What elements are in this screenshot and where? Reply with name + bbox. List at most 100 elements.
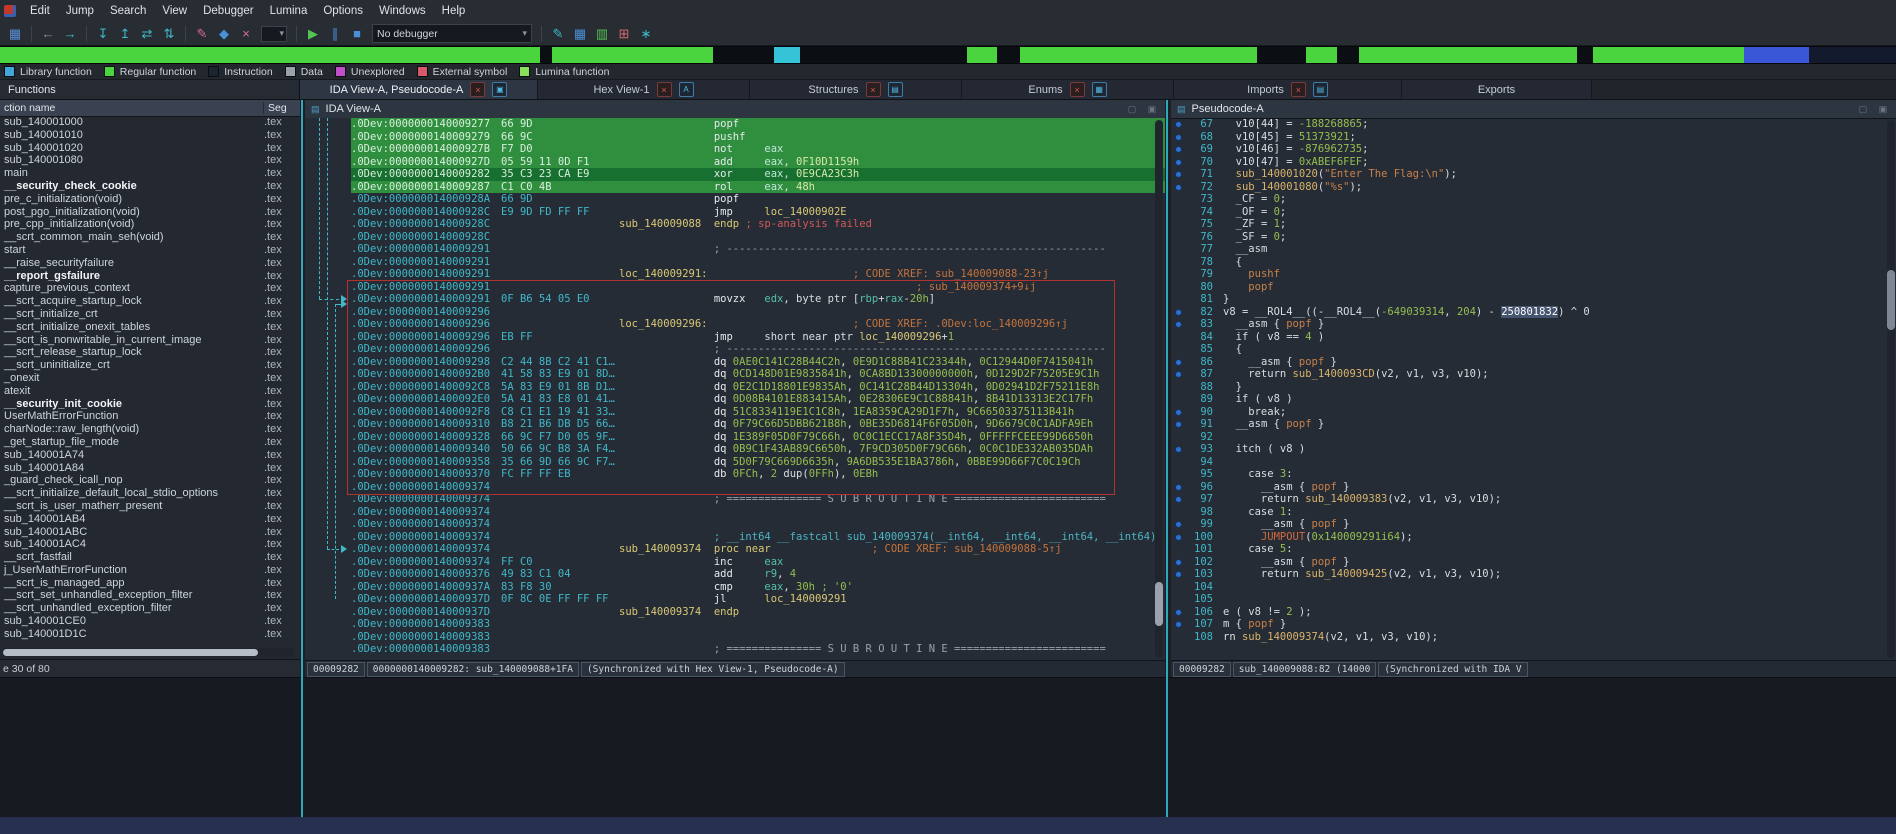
disassembly-line[interactable]: .0Dev:000000014000927766 9D popf: [305, 118, 1165, 131]
function-row[interactable]: sub_140001AC4.tex: [0, 538, 300, 551]
function-row[interactable]: j_UserMathErrorFunction.tex: [0, 564, 300, 577]
jump-up-icon[interactable]: ↥: [115, 25, 135, 43]
function-row[interactable]: sub_140001A74.tex: [0, 449, 300, 462]
lumina-icon[interactable]: ∗: [636, 25, 656, 43]
function-row[interactable]: post_pgo_initialization(void).tex: [0, 206, 300, 219]
script-icon[interactable]: ✎: [548, 25, 568, 43]
close-icon[interactable]: ×: [866, 82, 881, 97]
pseudocode-line[interactable]: 82v8 = __ROL4__((-__ROL4__(-649039314, 2…: [1171, 306, 1896, 319]
disassembly-line[interactable]: .0Dev:0000000140009374 ; __int64 __fastc…: [305, 531, 1165, 544]
disassembly-line[interactable]: .0Dev:0000000140009291loc_140009291: ; C…: [305, 268, 1165, 281]
function-row[interactable]: __security_init_cookie.tex: [0, 398, 300, 411]
pseudocode-line[interactable]: 95 case 3:: [1171, 468, 1896, 481]
pseudocode-line[interactable]: 88 }: [1171, 381, 1896, 394]
menu-jump[interactable]: Jump: [58, 0, 102, 22]
function-row[interactable]: pre_c_initialization(void).tex: [0, 193, 300, 206]
menu-debugger[interactable]: Debugger: [195, 0, 262, 22]
function-row[interactable]: sub_140001CE0.tex: [0, 615, 300, 628]
pseudocode-line[interactable]: 84 if ( v8 == 4 ): [1171, 331, 1896, 344]
function-row[interactable]: __scrt_release_startup_lock.tex: [0, 346, 300, 359]
pseudocode-line[interactable]: 83 __asm { popf }: [1171, 318, 1896, 331]
pseudocode-line[interactable]: 69 v10[46] = -876962735;: [1171, 143, 1896, 156]
maximize-icon[interactable]: ▣: [1145, 104, 1159, 115]
tab-ida-view-a-pseudocode-a[interactable]: IDA View-A, Pseudocode-A×▣: [300, 80, 538, 99]
pseudocode-line[interactable]: 72 sub_140001080("%s");: [1171, 181, 1896, 194]
disassembly-line[interactable]: .0Dev:0000000140009374: [305, 481, 1165, 494]
column-header-function-name[interactable]: ction name: [0, 102, 264, 114]
disassembly-line[interactable]: .0Dev:000000014000934050 66 9C B8 3A F4……: [305, 443, 1165, 456]
droplet-icon[interactable]: ◆: [214, 25, 234, 43]
function-row[interactable]: capture_previous_context.tex: [0, 282, 300, 295]
pseudocode-line[interactable]: 90 break;: [1171, 406, 1896, 419]
small-combo[interactable]: ▾: [261, 26, 287, 42]
navband-segment[interactable]: [1359, 47, 1577, 63]
function-row[interactable]: sub_140001ABC.tex: [0, 526, 300, 539]
float-icon[interactable]: ▢: [1125, 104, 1139, 115]
disassembly-line[interactable]: .0Dev:00000001400092E05A 41 83 E8 01 41……: [305, 393, 1165, 406]
pseudocode-line[interactable]: 94: [1171, 456, 1896, 469]
stop-process-icon[interactable]: ■: [347, 25, 367, 43]
disassembly-line[interactable]: .0Dev:0000000140009291 ; sub_140009374+9…: [305, 281, 1165, 294]
pseudocode-line[interactable]: 75 _ZF = 1;: [1171, 218, 1896, 231]
navband-segment[interactable]: [997, 47, 1020, 63]
pseudocode-line[interactable]: 68 v10[45] = 51373921;: [1171, 131, 1896, 144]
splitter-left[interactable]: [301, 100, 303, 817]
pseudocode-line[interactable]: 103 return sub_140009425(v2, v1, v3, v10…: [1171, 568, 1896, 581]
tab-view-icon[interactable]: ▤: [1313, 82, 1328, 97]
disassembly-line[interactable]: .0Dev:0000000140009291 ; ---------------…: [305, 243, 1165, 256]
pseudocode-line[interactable]: 76 _SF = 0;: [1171, 231, 1896, 244]
pseudocode-line[interactable]: 98 case 1:: [1171, 506, 1896, 519]
disassembly-line[interactable]: .0Dev:00000001400092C85A 83 E9 01 8B D1……: [305, 381, 1165, 394]
xref-icon[interactable]: ⇄: [137, 25, 157, 43]
function-row[interactable]: sub_140001A84.tex: [0, 462, 300, 475]
navband-segment[interactable]: [774, 47, 801, 63]
pseudocode-line[interactable]: 100 JUMPOUT(0x140009291i64);: [1171, 531, 1896, 544]
navband-segment[interactable]: [713, 47, 774, 63]
disassembly-line[interactable]: .0Dev:000000014000927BF7 D0 not eax: [305, 143, 1165, 156]
tab-view-icon[interactable]: A: [679, 82, 694, 97]
float-icon[interactable]: ▢: [1856, 104, 1870, 115]
navband-segment[interactable]: [800, 47, 967, 63]
navband-segment[interactable]: [0, 47, 540, 63]
tab-exports[interactable]: Exports: [1402, 80, 1592, 99]
pseudocode-line[interactable]: 85 {: [1171, 343, 1896, 356]
navband-segment[interactable]: [1577, 47, 1592, 63]
pseudocode-line[interactable]: 91 __asm { popf }: [1171, 418, 1896, 431]
pseudocode-line[interactable]: 73 _CF = 0;: [1171, 193, 1896, 206]
disassembly-line[interactable]: .0Dev:00000001400092F8C8 C1 E1 19 41 33……: [305, 406, 1165, 419]
tab-view-icon[interactable]: ▦: [1092, 82, 1107, 97]
function-row[interactable]: __scrt_is_user_matherr_present.tex: [0, 500, 300, 513]
disassembly-line[interactable]: .0Dev:0000000140009296: [305, 306, 1165, 319]
tab-structures[interactable]: Structures×▤: [750, 80, 962, 99]
navband-segment[interactable]: [1744, 47, 1808, 63]
pseudocode-line[interactable]: 97 return sub_140009383(v2, v1, v3, v10)…: [1171, 493, 1896, 506]
disassembly-caption[interactable]: ▤ IDA View-A ▢ ▣: [305, 100, 1165, 119]
pseudocode-line[interactable]: 102 __asm { popf }: [1171, 556, 1896, 569]
function-row[interactable]: main.tex: [0, 167, 300, 180]
function-row[interactable]: __scrt_initialize_default_local_stdio_op…: [0, 487, 300, 500]
splitter-right[interactable]: [1166, 100, 1168, 817]
menu-view[interactable]: View: [154, 0, 195, 22]
menu-search[interactable]: Search: [102, 0, 154, 22]
pseudocode-line[interactable]: 107m { popf }: [1171, 618, 1896, 631]
function-row[interactable]: __scrt_unhandled_exception_filter.tex: [0, 602, 300, 615]
pseudocode-line[interactable]: 104: [1171, 581, 1896, 594]
disassembly-line[interactable]: .0Dev:0000000140009383: [305, 618, 1165, 631]
column-header-segment[interactable]: Seg: [264, 102, 287, 114]
navband-segment[interactable]: [1809, 47, 1896, 63]
clear-icon[interactable]: ×: [236, 25, 256, 43]
disassembly-line[interactable]: .0Dev:0000000140009298C2 44 8B C2 41 C1……: [305, 356, 1165, 369]
pseudocode-line[interactable]: 105: [1171, 593, 1896, 606]
disassembly-line[interactable]: .0Dev:0000000140009374: [305, 506, 1165, 519]
maximize-icon[interactable]: ▣: [1876, 104, 1890, 115]
close-icon[interactable]: ×: [657, 82, 672, 97]
menu-windows[interactable]: Windows: [371, 0, 434, 22]
disassembly-line[interactable]: .0Dev:0000000140009296EB FF jmp short ne…: [305, 331, 1165, 344]
pseudocode-line[interactable]: 106e ( v8 != 2 );: [1171, 606, 1896, 619]
function-row[interactable]: __scrt_fastfail.tex: [0, 551, 300, 564]
save-icon[interactable]: ▦: [5, 25, 25, 43]
scrollbar-thumb[interactable]: [1155, 582, 1163, 626]
output-area[interactable]: [0, 677, 1896, 818]
tab-imports[interactable]: Imports×▤: [1174, 80, 1402, 99]
disassembly-line[interactable]: .0Dev:00000001400092B041 58 83 E9 01 8D……: [305, 368, 1165, 381]
